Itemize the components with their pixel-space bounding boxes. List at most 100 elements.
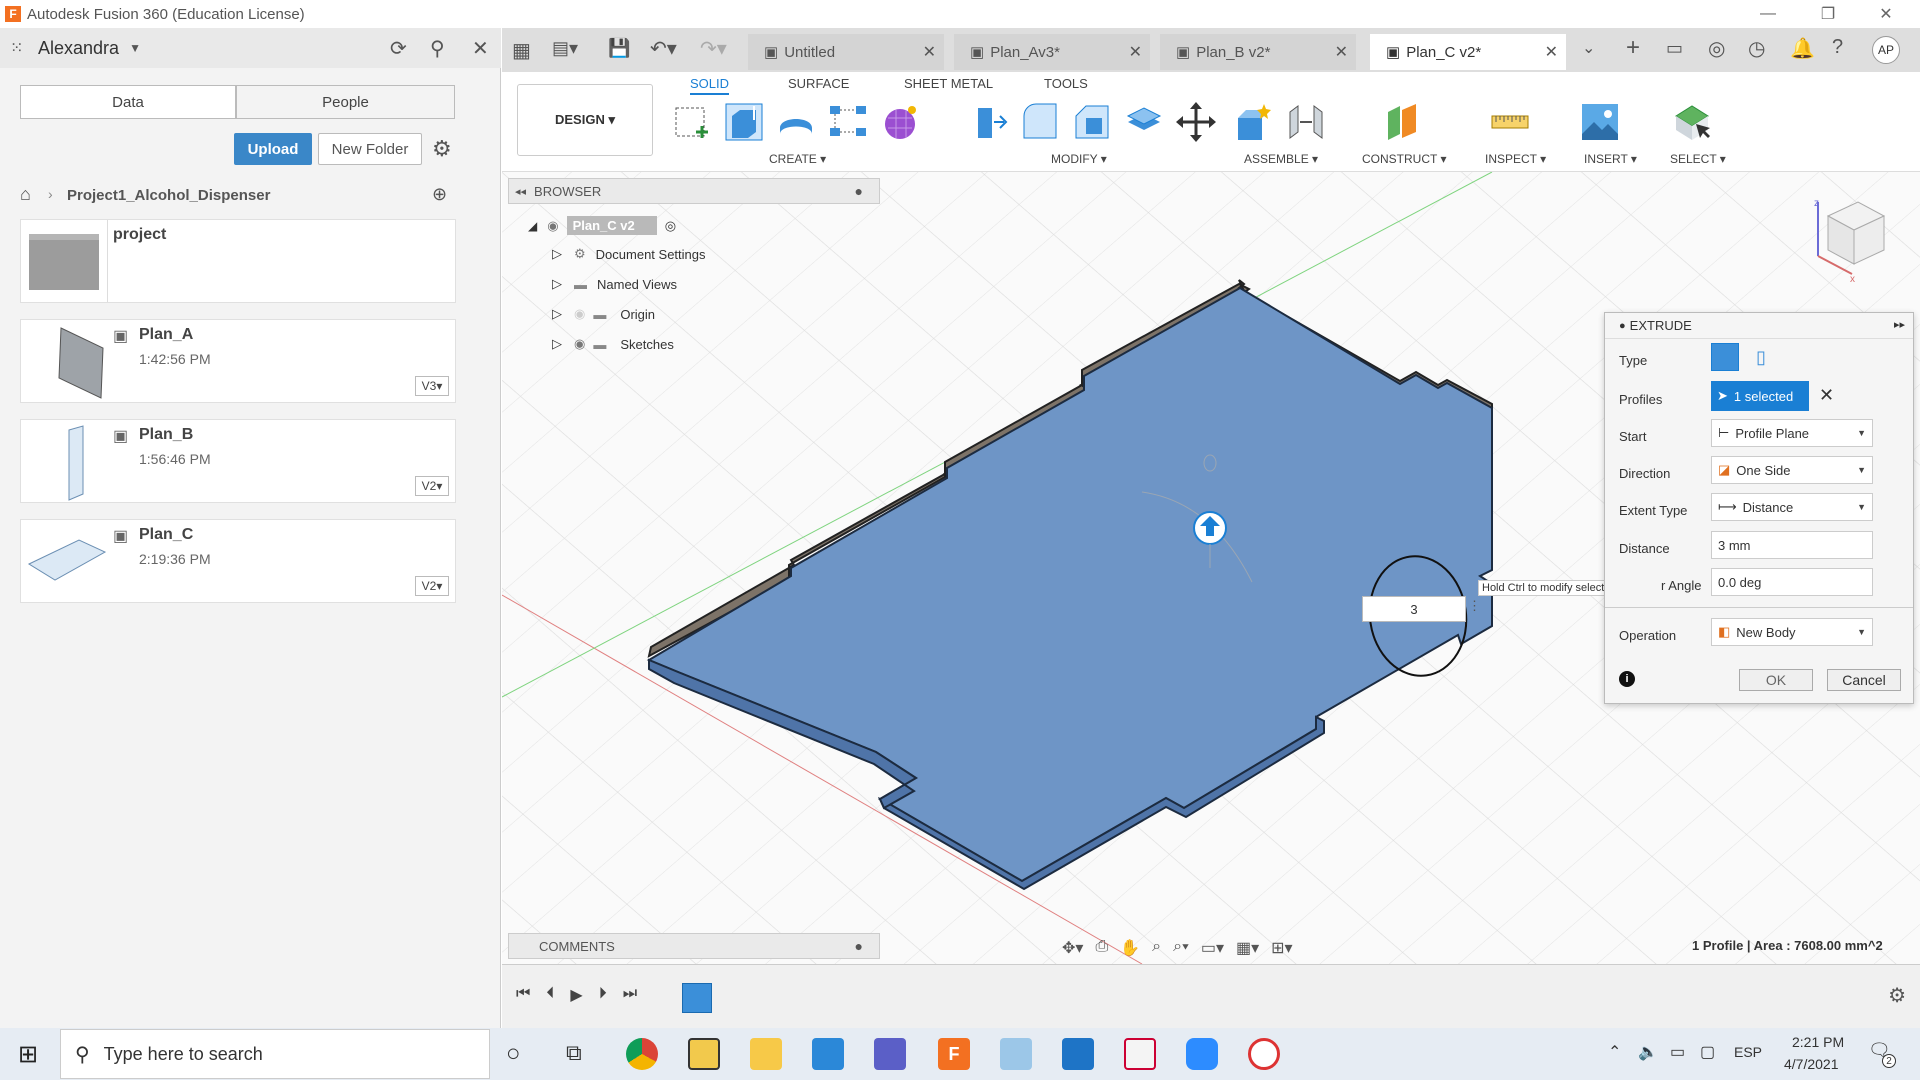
- type-solid-button[interactable]: [1711, 343, 1739, 371]
- list-item[interactable]: ▣ Plan_C 2:19:36 PM V2 ▾: [20, 519, 456, 603]
- type-thin-button[interactable]: ▯: [1747, 343, 1775, 371]
- close-icon[interactable]: ✕: [1862, 0, 1910, 28]
- restore-icon[interactable]: ❐: [1804, 0, 1852, 28]
- battery-icon[interactable]: ▭: [1670, 1042, 1685, 1062]
- tab-plan-b[interactable]: ▣ Plan_B v2* ✕: [1160, 34, 1356, 70]
- tab-solid[interactable]: SOLID: [690, 76, 730, 95]
- version-badge[interactable]: V3 ▾: [415, 376, 449, 396]
- save-icon[interactable]: 💾: [608, 38, 630, 59]
- tab-plan-a[interactable]: ▣ Plan_Av3* ✕: [954, 34, 1150, 70]
- pan-icon[interactable]: ✋: [1120, 938, 1140, 958]
- operation-select[interactable]: ◧ New Body ▼: [1711, 618, 1873, 646]
- taper-angle-input[interactable]: 0.0 deg: [1711, 568, 1873, 596]
- taskbar-search[interactable]: ⚲ Type here to search: [60, 1029, 490, 1079]
- language-indicator[interactable]: ESP: [1734, 1044, 1762, 1060]
- select-group-label[interactable]: SELECT ▾: [1670, 152, 1726, 166]
- tab-sheet-metal[interactable]: SHEET METAL: [904, 76, 993, 91]
- visibility-eye-icon[interactable]: ◉: [574, 336, 585, 352]
- chrome-icon[interactable]: [626, 1038, 658, 1070]
- task-view-icon[interactable]: ⧉: [566, 1040, 582, 1066]
- select-icon[interactable]: [1672, 102, 1712, 142]
- show-hidden-icons-icon[interactable]: ⌃: [1608, 1042, 1621, 1062]
- tab-people[interactable]: People: [236, 85, 455, 119]
- expand-triangle-icon[interactable]: ▷: [552, 306, 562, 322]
- collapse-dialog-icon[interactable]: ●: [1619, 320, 1626, 332]
- notifications-icon[interactable]: 🔔: [1790, 36, 1815, 61]
- tab-plan-c[interactable]: ▣ Plan_C v2* ✕: [1370, 34, 1566, 70]
- movie-maker-icon[interactable]: [812, 1038, 844, 1070]
- help-icon[interactable]: ?: [1832, 36, 1843, 59]
- chevron-down-icon[interactable]: ⌄: [1582, 38, 1595, 58]
- tab-data[interactable]: Data: [20, 85, 236, 119]
- browser-root[interactable]: ◢ ◉ Plan_C v2 ◎: [528, 216, 676, 235]
- network-icon[interactable]: ▢: [1700, 1042, 1715, 1062]
- expand-dialog-icon[interactable]: ▸▸: [1894, 318, 1905, 331]
- go-to-end-icon[interactable]: ⏭: [623, 985, 637, 1005]
- zoom-window-icon[interactable]: ⌕▾: [1173, 938, 1189, 958]
- new-component-icon[interactable]: [1234, 102, 1274, 142]
- grid-apps-icon[interactable]: ⁙: [10, 38, 23, 58]
- workspace-selector[interactable]: DESIGN ▾: [517, 84, 653, 156]
- press-pull-icon[interactable]: [968, 102, 1008, 142]
- expand-triangle-icon[interactable]: ▷: [552, 336, 562, 352]
- clock-time[interactable]: 2:21 PM: [1792, 1034, 1844, 1050]
- look-at-icon[interactable]: ⎙: [1095, 938, 1108, 958]
- zoom-app-icon[interactable]: [1186, 1038, 1218, 1070]
- fusion-360-icon[interactable]: F: [938, 1038, 970, 1070]
- clock-date[interactable]: 4/7/2021: [1784, 1056, 1839, 1072]
- offset-plane-icon[interactable]: [1382, 102, 1422, 142]
- collapse-browser-icon[interactable]: ◂◂: [515, 185, 526, 198]
- 3d-viewer-icon[interactable]: [1000, 1038, 1032, 1070]
- play-icon[interactable]: ▶: [570, 985, 582, 1005]
- photos-icon[interactable]: [1062, 1038, 1094, 1070]
- step-forward-icon[interactable]: ⏵: [599, 985, 607, 1005]
- minimize-icon[interactable]: —: [1744, 0, 1792, 28]
- inspect-group-label[interactable]: INSPECT ▾: [1485, 152, 1546, 166]
- browser-item-named-views[interactable]: ▷ ▬ Named Views: [552, 276, 677, 292]
- windows-start-icon[interactable]: ⊞: [18, 1040, 38, 1069]
- comments-panel[interactable]: COMMENTS ●: [508, 933, 880, 959]
- info-icon[interactable]: i: [1619, 671, 1635, 687]
- list-item[interactable]: ▣ Plan_A 1:42:56 PM V3 ▾: [20, 319, 456, 403]
- view-cube[interactable]: z x: [1792, 196, 1892, 296]
- hidden-eye-icon[interactable]: ◉: [574, 306, 585, 322]
- chevron-down-icon[interactable]: ▼: [129, 41, 141, 55]
- extensions-icon[interactable]: ◎: [1708, 36, 1725, 61]
- folder-item[interactable]: project: [20, 219, 456, 303]
- sticky-notes-icon[interactable]: [688, 1038, 720, 1070]
- new-tab-icon[interactable]: +: [1626, 34, 1640, 62]
- new-folder-button[interactable]: New Folder: [318, 133, 422, 165]
- ok-button[interactable]: OK: [1739, 669, 1813, 691]
- version-badge[interactable]: V2 ▾: [415, 576, 449, 596]
- close-tab-icon[interactable]: ✕: [1129, 42, 1142, 62]
- close-tab-icon[interactable]: ✕: [1545, 42, 1558, 62]
- file-explorer-icon[interactable]: [750, 1038, 782, 1070]
- apps-grid-icon[interactable]: ▦: [512, 38, 531, 63]
- zoom-icon[interactable]: ⌕: [1152, 938, 1161, 958]
- timeline-settings-icon[interactable]: ⚙: [1888, 983, 1906, 1008]
- undo-icon[interactable]: ↶▾: [650, 36, 677, 61]
- browser-item-document-settings[interactable]: ▷ ⚙ Document Settings: [552, 246, 706, 262]
- visibility-eye-icon[interactable]: ◉: [547, 218, 558, 234]
- tab-surface[interactable]: SURFACE: [788, 76, 849, 91]
- cortana-icon[interactable]: ○: [506, 1040, 521, 1068]
- close-panel-icon[interactable]: ✕: [472, 36, 489, 61]
- step-back-icon[interactable]: ⏴: [546, 985, 554, 1005]
- tab-untitled[interactable]: ▣ Untitled ✕: [748, 34, 944, 70]
- activate-icon[interactable]: ◎: [665, 218, 676, 234]
- fillet-icon[interactable]: [1020, 102, 1060, 142]
- user-name[interactable]: Alexandra: [38, 38, 119, 59]
- home-icon[interactable]: ⌂: [20, 184, 31, 205]
- construct-group-label[interactable]: CONSTRUCT ▾: [1362, 152, 1446, 166]
- browser-item-sketches[interactable]: ▷ ◉ ▬ Sketches: [552, 336, 674, 352]
- list-item[interactable]: ▣ Plan_B 1:56:46 PM V2 ▾: [20, 419, 456, 503]
- close-tab-icon[interactable]: ✕: [1335, 42, 1348, 62]
- chamfer-icon[interactable]: [1072, 102, 1112, 142]
- avatar[interactable]: AP: [1872, 36, 1900, 64]
- redo-icon[interactable]: ↷▾: [700, 36, 727, 61]
- globe-icon[interactable]: ⊕: [432, 184, 447, 205]
- clear-selection-icon[interactable]: ✕: [1819, 385, 1834, 406]
- create-sketch-icon[interactable]: [672, 102, 712, 142]
- gear-icon[interactable]: ⚙: [432, 136, 452, 162]
- browser-options-icon[interactable]: ●: [855, 183, 863, 199]
